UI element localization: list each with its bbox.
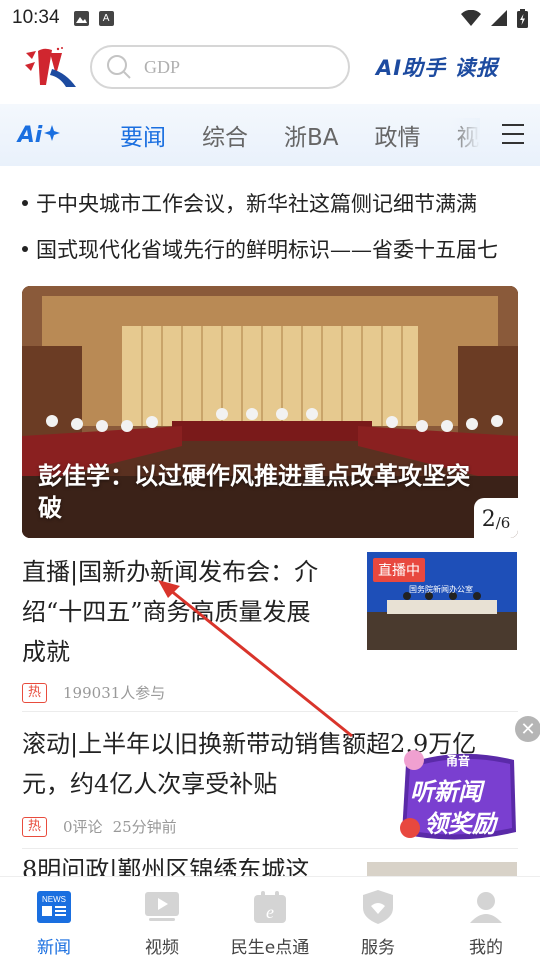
bullet-icon xyxy=(22,200,28,206)
wifi-icon xyxy=(461,10,481,26)
e-service-icon: e xyxy=(252,889,288,925)
tab-general[interactable]: 综合 xyxy=(202,118,248,152)
status-bar: 10:34 A xyxy=(0,0,540,36)
read-paper-label[interactable]: 读报 xyxy=(454,56,498,80)
signal-icon xyxy=(491,10,507,26)
ai-assistant-button[interactable]: AI助手 读报 xyxy=(376,52,498,82)
news-title: 8明问政|鄞州区锦绣东城这 xyxy=(22,858,310,876)
nav-video[interactable]: 视频 xyxy=(108,877,216,960)
nav-label: 民生e点通 xyxy=(230,938,310,958)
news-item[interactable]: 直播|国新办新闻发布会：介绍“十四五”商务高质量发展成就 热 199031人参与… xyxy=(22,552,518,703)
divider xyxy=(22,848,518,849)
widget-brand: 甬音 xyxy=(446,754,471,768)
image-notification-icon xyxy=(73,10,89,26)
news-title: 直播|国新办新闻发布会：介绍“十四五”商务高质量发展成就 xyxy=(22,558,319,666)
comment-count: 0评论 xyxy=(63,818,103,836)
tabs-scroller: 要闻 综合 浙BA 政情 视 xyxy=(80,118,480,152)
carousel-page-total: /6 xyxy=(495,514,511,532)
nav-label: 视频 xyxy=(145,938,179,958)
ai-tab-label: Ai xyxy=(17,122,43,148)
nav-label: 新闻 xyxy=(37,938,71,958)
divider xyxy=(22,711,518,712)
battery-icon xyxy=(517,8,528,28)
ticker-item[interactable]: 于中央城市工作会议，新华社这篇侧记细节满满 xyxy=(22,186,518,220)
publish-time: 25分钟前 xyxy=(112,818,177,836)
status-icons-right xyxy=(461,8,528,28)
news-icon: NEWS xyxy=(36,889,72,925)
carousel-title: 彭佳学：以过硬作风推进重点改革攻坚突破 xyxy=(38,461,470,522)
headline-carousel[interactable]: 彭佳学：以过硬作风推进重点改革攻坚突破 2 /6 xyxy=(22,286,518,538)
status-time: 10:34 xyxy=(12,7,60,28)
app-logo[interactable] xyxy=(22,45,78,89)
widget-line2: 领奖励 xyxy=(424,810,496,838)
tab-ai[interactable]: Ai xyxy=(0,123,80,148)
video-icon xyxy=(144,889,180,925)
nav-label: 服务 xyxy=(361,938,395,958)
tab-politics[interactable]: 政情 xyxy=(375,118,421,152)
bottom-nav: NEWS 新闻 视频 e 民生e点通 服务 我的 xyxy=(0,876,540,960)
font-notification-icon: A xyxy=(98,10,114,26)
ticker-text: 国式现代化省域先行的鲜明标识——省委十五届七 xyxy=(36,238,498,262)
carousel-page-current: 2 xyxy=(481,507,496,532)
participants-count: 199031人参与 xyxy=(63,684,166,702)
ticker-text: 于中央城市工作会议，新华社这篇侧记细节满满 xyxy=(36,192,477,216)
nav-profile[interactable]: 我的 xyxy=(432,877,540,960)
svg-text:e: e xyxy=(266,902,274,922)
ticker-item[interactable]: 国式现代化省域先行的鲜明标识——省委十五届七 xyxy=(22,232,518,266)
nav-service[interactable]: 服务 xyxy=(324,877,432,960)
search-box[interactable]: GDP xyxy=(90,45,350,89)
status-icons-left: A xyxy=(73,10,114,26)
search-icon xyxy=(107,55,131,79)
news-meta: 热 0评论 25分钟前 xyxy=(22,816,187,837)
close-icon[interactable]: ✕ xyxy=(515,716,540,742)
widget-line1: 听新闻 xyxy=(410,778,482,806)
sparkle-icon xyxy=(44,124,61,141)
bullet-icon xyxy=(22,246,28,252)
news-thumbnail: 直播中 国务院新闻办公室 xyxy=(367,552,517,650)
profile-icon xyxy=(468,889,504,925)
tabs-fade xyxy=(450,118,480,152)
menu-icon[interactable] xyxy=(502,124,524,144)
hot-badge: 热 xyxy=(22,816,48,837)
news-item[interactable]: 8明问政|鄞州区锦绣东城这 xyxy=(22,858,518,876)
nav-e-service[interactable]: e 民生e点通 xyxy=(216,877,324,960)
channel-tabs: Ai 要闻 综合 浙BA 政情 视 xyxy=(0,104,540,166)
service-icon xyxy=(360,889,396,925)
carousel-page-indicator: 2 /6 xyxy=(474,498,518,538)
nav-label: 我的 xyxy=(469,938,503,958)
live-badge: 直播中 xyxy=(373,558,425,582)
news-thumbnail xyxy=(367,862,517,876)
hot-badge: 热 xyxy=(22,682,48,703)
search-placeholder: GDP xyxy=(144,56,181,77)
tab-headlines[interactable]: 要闻 xyxy=(120,118,166,152)
app-header: GDP AI助手 读报 xyxy=(0,36,540,98)
tab-zheba[interactable]: 浙BA xyxy=(284,118,339,152)
nav-news[interactable]: NEWS 新闻 xyxy=(0,877,108,960)
listen-news-widget[interactable]: 甬音 听新闻 领奖励 xyxy=(396,742,520,846)
ai-assistant-label: AI助手 xyxy=(376,56,447,80)
news-meta: 热 199031人参与 xyxy=(22,682,175,703)
svg-text:NEWS: NEWS xyxy=(42,895,66,904)
thumbnail-caption: 国务院新闻办公室 xyxy=(409,585,473,594)
